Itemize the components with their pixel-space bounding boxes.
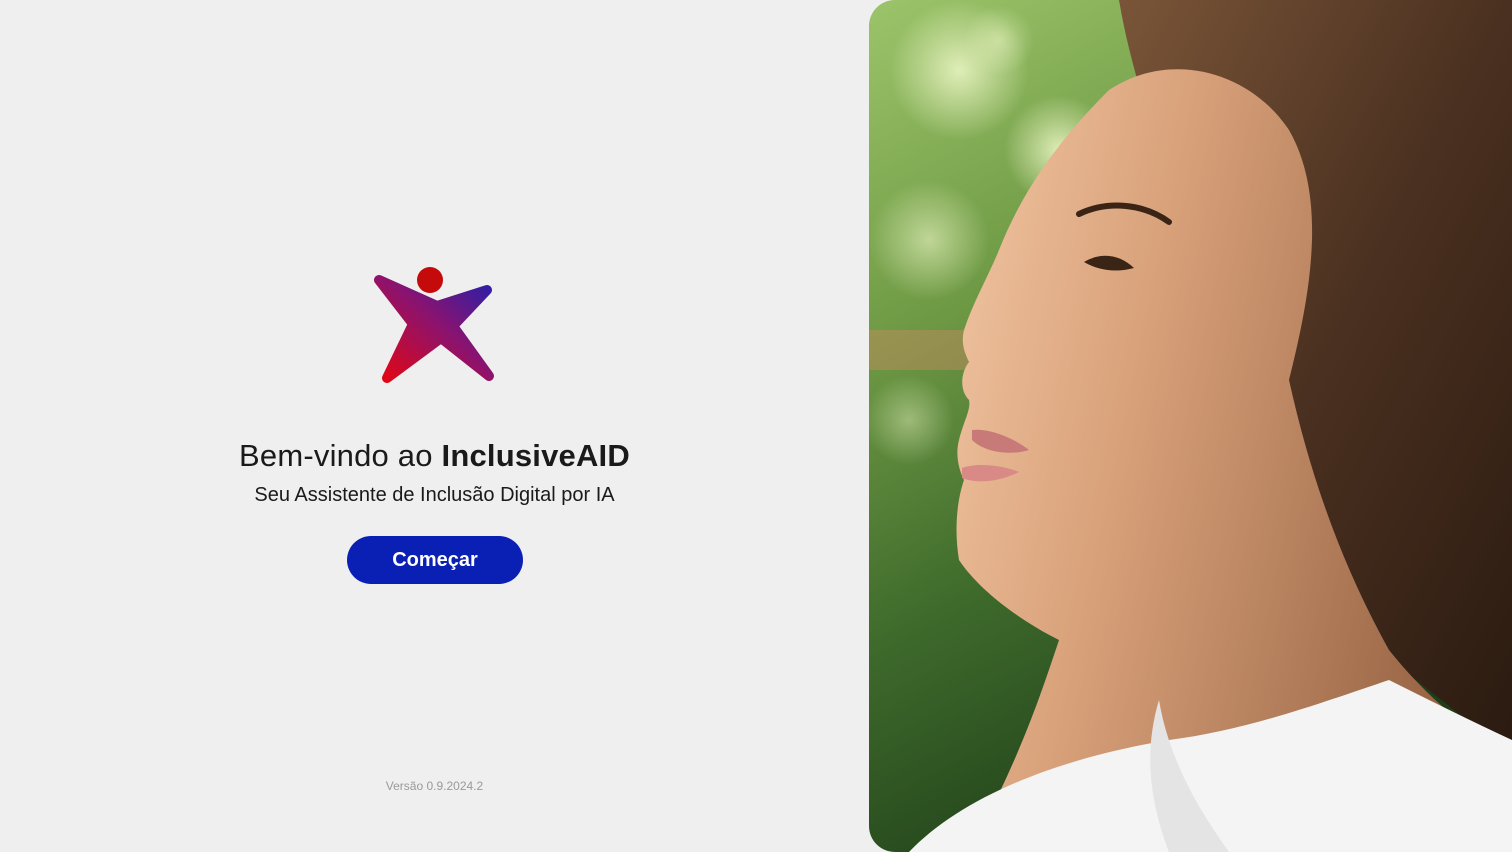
welcome-prefix: Bem-vindo ao xyxy=(239,438,442,473)
start-button[interactable]: Começar xyxy=(347,536,523,584)
version-label: Versão 0.9.2024.2 xyxy=(385,779,484,793)
welcome-subtitle: Seu Assistente de Inclusão Digital por I… xyxy=(254,484,615,506)
hero-photo xyxy=(869,0,1512,852)
welcome-heading: Bem-vindo ao InclusiveAID xyxy=(0,438,869,474)
woman-profile-photo xyxy=(869,0,1512,852)
brand-name: InclusiveAID xyxy=(441,438,630,473)
welcome-panel: Bem-vindo ao InclusiveAID Seu Assistente… xyxy=(0,0,869,852)
welcome-screen: Bem-vindo ao InclusiveAID Seu Assistente… xyxy=(0,0,1512,852)
inclusiveaid-logo-icon xyxy=(374,267,494,383)
